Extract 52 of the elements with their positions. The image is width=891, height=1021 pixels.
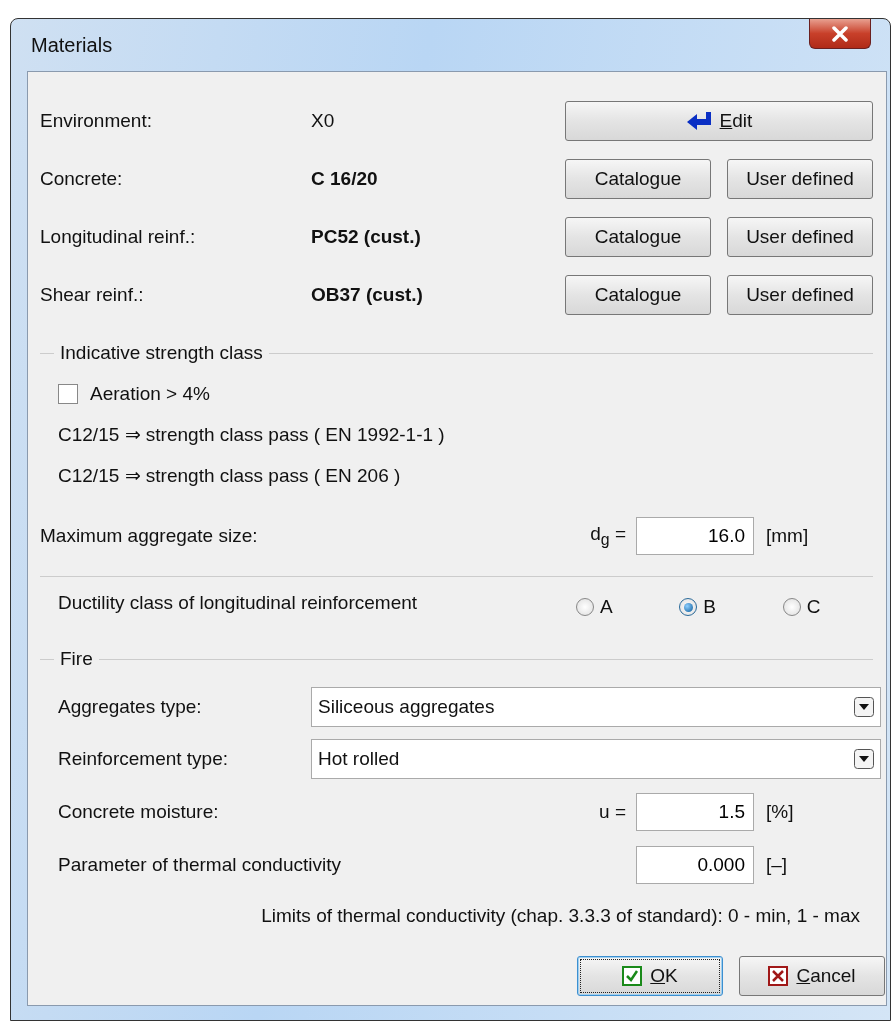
radio-button[interactable] xyxy=(576,598,594,616)
option-button[interactable]: Catalogue xyxy=(565,275,711,315)
cancel-icon xyxy=(768,966,789,986)
ok-button[interactable]: OK xyxy=(577,956,723,996)
window-title: Materials xyxy=(31,33,113,57)
cancel-button[interactable]: Cancel xyxy=(739,956,885,996)
checkbox[interactable] xyxy=(58,384,78,404)
radio-label: C xyxy=(806,596,821,618)
option-button[interactable]: User defined xyxy=(727,159,873,199)
result-text: C12/15 ⇒ strength class pass ( EN 206 ) xyxy=(58,464,401,487)
field-label: Parameter of thermal conductivity xyxy=(58,853,342,876)
field-label: Aggregates type: xyxy=(58,696,203,718)
group-title: Fire xyxy=(60,648,93,670)
field-label: Environment: xyxy=(40,110,153,132)
check-icon xyxy=(622,966,643,986)
field-label: Longitudinal reinf.: xyxy=(40,226,197,248)
field-value: X0 xyxy=(311,110,336,132)
radio-button[interactable] xyxy=(679,598,698,616)
radio-button[interactable] xyxy=(782,598,801,616)
edit-button[interactable]: Edit xyxy=(565,101,873,141)
option-button[interactable]: Catalogue xyxy=(565,217,711,257)
symbol-label: d$_{g}$ = xyxy=(590,523,626,549)
field-value: OB37 (cust.) xyxy=(311,284,424,306)
option-button[interactable]: Catalogue xyxy=(565,159,711,199)
field-label: Concrete moisture: xyxy=(58,800,220,823)
radio-label: B xyxy=(703,596,716,618)
result-text: C12/15 ⇒ strength class pass ( EN 1992-1-1 ) xyxy=(58,423,445,446)
field-label: Maximum aggregate size: xyxy=(40,525,259,547)
input-field[interactable]: 16.0 xyxy=(636,517,754,555)
field-label: Ductility class of longitudinal reinforcement xyxy=(58,592,419,614)
note-text: Limits of thermal conductivity (chap. 3.3.3 of standard): 0 - min, 1 - max xyxy=(261,905,860,927)
dropdown[interactable]: Hot rolled xyxy=(311,739,881,779)
checkbox-label: Aeration > 4% xyxy=(90,383,210,405)
unit-label: [mm] xyxy=(766,525,810,547)
input-field[interactable]: 1.5 xyxy=(636,792,754,831)
input-field[interactable]: 0.000 xyxy=(636,845,754,884)
field-label: Shear reinf.: xyxy=(40,284,145,306)
field-value: PC52 (cust.) xyxy=(311,226,422,248)
option-button[interactable]: User defined xyxy=(727,275,873,315)
dropdown[interactable]: Siliceous aggregates xyxy=(311,687,881,727)
unit-label: [%] xyxy=(766,800,795,823)
field-label: Reinforcement type: xyxy=(58,748,230,770)
option-button[interactable]: User defined xyxy=(727,217,873,257)
field-label: Concrete: xyxy=(40,168,124,190)
enter-arrow-icon xyxy=(685,111,712,131)
field-value: C 16/20 xyxy=(311,168,379,190)
symbol-label: u = xyxy=(599,800,626,823)
close-button[interactable] xyxy=(809,19,871,49)
unit-label: [–] xyxy=(766,853,789,876)
close-icon xyxy=(831,25,849,42)
group-title: Indicative strength class xyxy=(60,342,263,364)
radio-label: A xyxy=(600,596,613,618)
